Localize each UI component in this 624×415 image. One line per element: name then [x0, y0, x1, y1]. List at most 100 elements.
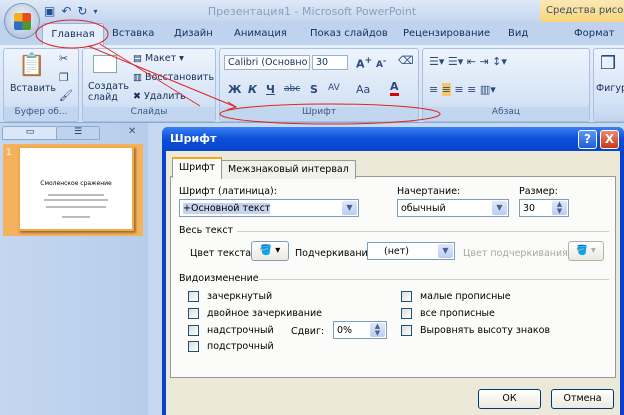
- underline-select[interactable]: (нет) ▼: [367, 242, 455, 260]
- align-icons[interactable]: ≡ ≡ ≡ ≡ ▥▾: [429, 83, 496, 96]
- spin-icon[interactable]: ▲ ▼: [552, 201, 567, 215]
- slide-title: Смоленское сражение: [40, 180, 112, 187]
- text-color-button[interactable]: 🪣 ▾: [251, 241, 289, 261]
- char-spacing-button[interactable]: AV: [328, 83, 340, 93]
- underline-color-label: Цвет подчеркивания: [463, 248, 568, 259]
- equalize-height-checkbox[interactable]: [401, 325, 412, 336]
- grow-font-icon[interactable]: A+: [356, 55, 372, 71]
- strikethrough-button[interactable]: abc: [284, 84, 300, 94]
- drawing-group: ❒ Фигуры: [593, 48, 624, 122]
- slide-text-line: [46, 206, 106, 208]
- all-text-label: Весь текст: [179, 225, 234, 236]
- quick-access-toolbar: ▣ ↶ ↻ ▾: [44, 3, 97, 19]
- tab-font[interactable]: Шрифт: [172, 157, 223, 178]
- chevron-down-icon[interactable]: ▼: [342, 201, 357, 215]
- reset-label: Восстановить: [145, 72, 215, 83]
- outline-tab[interactable]: ☰: [56, 126, 100, 140]
- redo-icon[interactable]: ↻: [77, 4, 87, 18]
- copy-icon[interactable]: ❐: [59, 71, 69, 84]
- equalize-height-label: Выровнять высоту знаков: [420, 325, 551, 336]
- underline-button[interactable]: Ч: [266, 83, 275, 96]
- dialog-body: Шрифт (латиница): +Основной текст ▼ Начер…: [166, 151, 620, 415]
- bullets-icon[interactable]: ☰▾ ☰▾ ⇤ ⇥ ↕▾: [429, 55, 507, 68]
- size-value: 30: [523, 203, 536, 214]
- font-dialog: Шрифт ? X Шрифт (латиница): +Основной те…: [162, 127, 624, 415]
- style-value: обычный: [401, 203, 446, 214]
- new-slide-button[interactable]: Создать слайд: [88, 81, 129, 103]
- double-strikethrough-checkbox[interactable]: [188, 308, 199, 319]
- paste-button[interactable]: Вставить: [10, 83, 56, 94]
- slides-group: Создать слайд ▤ Макет ▾ ▥ Восстановить ✖…: [82, 48, 216, 122]
- tab-animation[interactable]: Анимация: [234, 28, 287, 39]
- spin-icon[interactable]: ▲ ▼: [370, 323, 385, 337]
- shapes-icon: ❒: [600, 53, 617, 74]
- tab-insert[interactable]: Вставка: [112, 28, 154, 39]
- help-button[interactable]: ?: [578, 130, 597, 149]
- tab-home[interactable]: Главная: [42, 23, 104, 45]
- ribbon: 📋 Вставить ✂ ❐ 🖌 Буфер об... Создать сла…: [0, 45, 624, 123]
- format-painter-icon[interactable]: 🖌: [59, 89, 73, 102]
- office-button[interactable]: [4, 3, 40, 39]
- reset-button[interactable]: ▥ Восстановить: [133, 72, 214, 83]
- subscript-checkbox[interactable]: [188, 341, 199, 352]
- save-icon[interactable]: ▣: [44, 4, 55, 18]
- offset-label: Сдвиг:: [291, 326, 325, 337]
- close-button[interactable]: X: [600, 130, 619, 149]
- customize-icon[interactable]: ▾: [93, 7, 97, 16]
- strikethrough-checkbox[interactable]: [188, 291, 199, 302]
- font-latin-input[interactable]: +Основной текст ▼: [179, 199, 359, 217]
- layout-button[interactable]: ▤ Макет ▾: [133, 53, 184, 64]
- all-caps-label: все прописные: [420, 308, 495, 319]
- divider: [259, 279, 609, 280]
- text-color-label: Цвет текста: [190, 248, 252, 259]
- font-name-select[interactable]: Calibri (Основно: [224, 55, 310, 70]
- slide-number: 1: [6, 148, 12, 158]
- change-case-button[interactable]: Aa: [356, 83, 370, 96]
- clear-format-icon[interactable]: ⌫: [398, 54, 414, 67]
- bold-button[interactable]: Ж: [228, 83, 241, 96]
- strikethrough-label: зачеркнутый: [207, 291, 273, 302]
- underline-color-button[interactable]: 🪣 ▾: [568, 241, 604, 261]
- cancel-button[interactable]: Отмена: [551, 389, 614, 409]
- layout-label: Макет: [145, 53, 177, 64]
- paragraph-group-label: Абзац: [423, 107, 589, 121]
- superscript-checkbox[interactable]: [188, 325, 199, 336]
- chevron-down-icon[interactable]: ▼: [492, 201, 507, 215]
- tab-design[interactable]: Дизайн: [174, 28, 213, 39]
- tab-view[interactable]: Вид: [508, 28, 528, 39]
- all-caps-checkbox[interactable]: [401, 308, 412, 319]
- cut-icon[interactable]: ✂: [59, 52, 68, 65]
- font-size-select[interactable]: 30: [312, 55, 348, 70]
- clipboard-group: 📋 Вставить ✂ ❐ 🖌 Буфер об...: [3, 48, 79, 122]
- tab-slideshow[interactable]: Показ слайдов: [310, 28, 388, 39]
- shrink-font-icon[interactable]: A-: [376, 56, 386, 70]
- underline-value: (нет): [384, 246, 410, 257]
- context-tools-title: Средства рисова: [540, 0, 624, 22]
- shapes-button[interactable]: Фигуры: [596, 83, 624, 94]
- tab-format[interactable]: Формат: [574, 28, 615, 39]
- dialog-title: Шрифт: [162, 127, 624, 151]
- offset-stepper[interactable]: 0% ▲ ▼: [333, 321, 387, 339]
- size-stepper[interactable]: 30 ▲ ▼: [519, 199, 569, 217]
- small-caps-checkbox[interactable]: [401, 291, 412, 302]
- divider: [237, 231, 609, 232]
- font-group: Calibri (Основно 30 A+ A- ⌫ Ж К Ч abc S …: [219, 48, 419, 122]
- ok-button[interactable]: ОК: [478, 389, 541, 409]
- new-slide-icon: [93, 55, 117, 73]
- effects-label: Видоизменение: [179, 273, 259, 284]
- slides-tab[interactable]: ▭: [2, 126, 58, 140]
- italic-button[interactable]: К: [248, 83, 257, 96]
- tab-review[interactable]: Рецензирование: [403, 28, 490, 39]
- delete-label: Удалить: [143, 91, 186, 102]
- office-logo-icon: [14, 13, 31, 30]
- close-panel-icon[interactable]: ✕: [128, 126, 136, 137]
- undo-icon[interactable]: ↶: [61, 4, 71, 18]
- slide-thumbnail[interactable]: Смоленское сражение: [18, 146, 134, 231]
- style-select[interactable]: обычный ▼: [397, 199, 509, 217]
- shadow-button[interactable]: S: [310, 83, 318, 96]
- font-color-button[interactable]: A: [390, 81, 399, 96]
- delete-button[interactable]: ✖ Удалить: [133, 91, 186, 102]
- chevron-down-icon[interactable]: ▼: [438, 244, 453, 258]
- slide-text-line: [62, 216, 90, 218]
- tab-character-spacing[interactable]: Межзнаковый интервал: [221, 160, 356, 179]
